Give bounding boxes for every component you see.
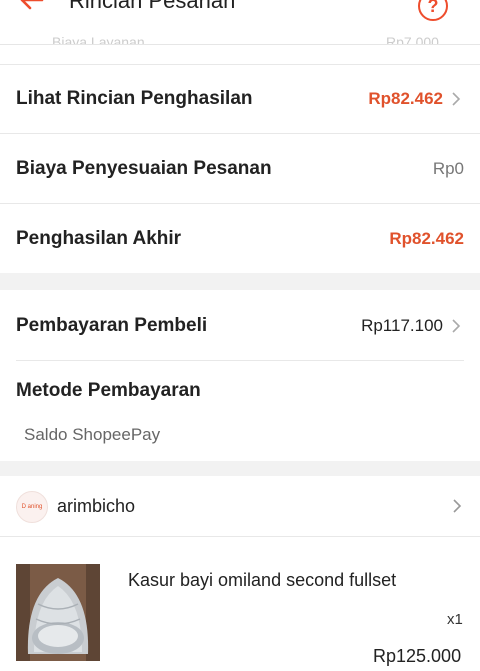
- buyer-payment-label: Pembayaran Pembeli: [16, 315, 208, 336]
- previous-row-label: Biaya Layanan: [52, 34, 145, 45]
- chevron-right-icon: [452, 319, 461, 333]
- final-income-row: Penghasilan Akhir Rp82.462: [0, 204, 480, 273]
- order-adjustment-value: Rp0: [432, 159, 464, 178]
- earnings-detail-value: Rp82.462: [368, 89, 443, 108]
- section-gap: [0, 273, 480, 290]
- section-gap: [0, 461, 480, 476]
- order-adjustment-row: Biaya Penyesuaian Pesanan Rp0: [0, 134, 480, 203]
- shop-name[interactable]: arimbicho: [57, 496, 135, 517]
- product-quantity: x1: [447, 611, 463, 628]
- divider: [0, 536, 480, 537]
- final-income-label: Penghasilan Akhir: [16, 228, 182, 249]
- payment-method-label: Metode Pembayaran: [16, 380, 201, 401]
- earnings-detail-row[interactable]: Lihat Rincian Penghasilan Rp82.462: [0, 65, 480, 133]
- payment-method-section: Metode Pembayaran Saldo ShopeePay: [0, 361, 480, 461]
- earnings-detail-label: Lihat Rincian Penghasilan: [16, 88, 253, 109]
- top-bar: Rincian Pesanan ? Biaya Layanan Rp7.000: [0, 0, 480, 45]
- product-image: [16, 564, 100, 661]
- shop-avatar: D aning: [16, 491, 48, 523]
- order-adjustment-label: Biaya Penyesuaian Pesanan: [16, 158, 272, 179]
- buyer-payment-row[interactable]: Pembayaran Pembeli Rp117.100: [0, 290, 480, 360]
- chevron-right-icon[interactable]: [452, 499, 462, 513]
- chevron-right-icon: [452, 92, 461, 106]
- page-title: Rincian Pesanan: [69, 0, 236, 13]
- previous-row-value: Rp7.000: [386, 34, 439, 45]
- payment-method-value: Saldo ShopeePay: [24, 425, 161, 444]
- buyer-payment-value: Rp117.100: [361, 316, 443, 335]
- help-icon[interactable]: ?: [418, 0, 448, 21]
- final-income-value: Rp82.462: [389, 229, 464, 248]
- product-name[interactable]: Kasur bayi omiland second fullset: [128, 570, 396, 591]
- back-arrow-icon[interactable]: [16, 0, 46, 16]
- product-thumbnail[interactable]: [16, 564, 100, 661]
- product-price: Rp125.000: [373, 646, 462, 666]
